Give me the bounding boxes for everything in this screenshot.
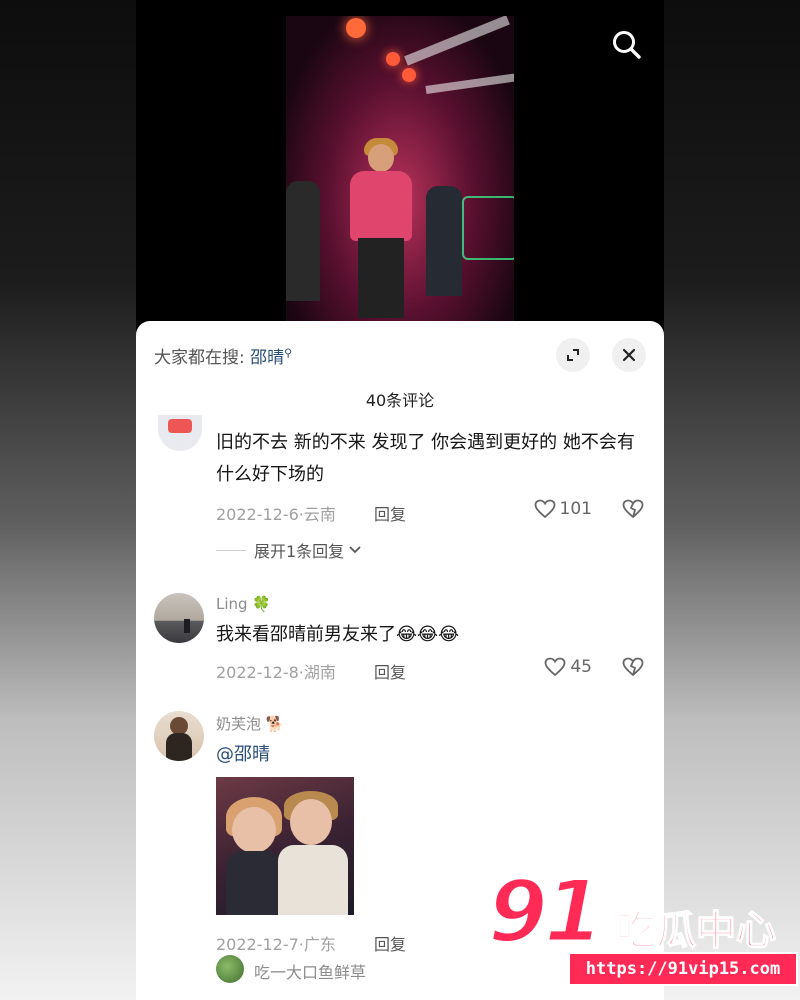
- video-player[interactable]: [286, 16, 514, 321]
- neon-sign: [462, 196, 514, 260]
- comment-emoji: 😂😂😂: [396, 624, 460, 645]
- phone-screen: 大家都在搜: 邵晴⚲ 40条评论 旧的不去 新的不来 发现了 你会遇到更好的 她…: [136, 0, 664, 1000]
- comment-date-location: 2022-12-6·云南: [216, 505, 336, 524]
- heart-icon: [534, 499, 555, 519]
- avatar-figure: [166, 733, 192, 761]
- panel-header: 大家都在搜: 邵晴⚲: [154, 338, 646, 372]
- search-small-icon: ⚲: [284, 346, 293, 360]
- expand-replies-button[interactable]: 展开1条回复: [216, 538, 362, 562]
- light-beam: [425, 72, 514, 94]
- like-count: 45: [570, 657, 592, 677]
- divider: [216, 549, 246, 551]
- trending-keyword[interactable]: 邵晴: [250, 348, 284, 368]
- comment-image[interactable]: [216, 777, 354, 915]
- expand-replies-label: 展开1条回复: [254, 542, 345, 561]
- stage-light: [402, 68, 416, 82]
- comment-date-location: 2022-12-8·湖南: [216, 663, 336, 682]
- comment-text: 我来看邵晴前男友来了😂😂😂: [216, 619, 646, 651]
- chevron-down-icon: [349, 546, 361, 554]
- avatar[interactable]: [154, 593, 204, 643]
- close-button[interactable]: [612, 338, 646, 372]
- left-blur-background: [0, 0, 136, 1000]
- username-emoji: 🐕: [265, 715, 285, 733]
- dislike-heart-icon: [622, 657, 644, 677]
- avatar[interactable]: [216, 955, 244, 983]
- avatar[interactable]: [154, 711, 204, 761]
- reply-button[interactable]: 回复: [374, 931, 406, 955]
- photo-person: [226, 851, 282, 915]
- expand-button[interactable]: [556, 338, 590, 372]
- avatar-graphic: [168, 419, 192, 433]
- watermark: 91 吃瓜中心 https://91vip15.com: [487, 861, 800, 990]
- dislike-button[interactable]: [622, 499, 644, 523]
- light-beam: [404, 16, 510, 66]
- like-button[interactable]: 101: [534, 499, 592, 519]
- reply-button[interactable]: 回复: [374, 501, 406, 525]
- trending-prefix: 大家都在搜:: [154, 348, 245, 368]
- reply-button[interactable]: 回复: [374, 659, 406, 683]
- stage-light: [346, 18, 366, 38]
- comment-count: 40条评论: [365, 391, 435, 410]
- right-blur-background: [664, 0, 800, 1000]
- photo-person: [290, 799, 332, 845]
- photo-person: [232, 807, 276, 853]
- photo-person: [278, 845, 348, 915]
- close-icon: [622, 348, 636, 362]
- username-text: Ling: [216, 595, 248, 613]
- comment-username[interactable]: Ling 🍀: [216, 595, 271, 613]
- search-icon[interactable]: [610, 28, 644, 62]
- comment-mention[interactable]: @邵晴: [216, 739, 646, 771]
- watermark-logo-text: 吃瓜中心: [615, 907, 777, 955]
- trending-search[interactable]: 大家都在搜: 邵晴⚲: [154, 343, 292, 368]
- like-button[interactable]: 45: [544, 657, 592, 677]
- comment-text: 旧的不去 新的不来 发现了 你会遇到更好的 她不会有什么好下场的: [216, 432, 635, 485]
- comment-username[interactable]: 奶芙泡 🐕: [216, 713, 284, 734]
- comment-username[interactable]: 吃一大口鱼鲜草: [254, 959, 366, 983]
- comment-text-content: 我来看邵晴前男友来了: [216, 624, 396, 645]
- performer: [368, 144, 394, 172]
- performer: [358, 238, 404, 318]
- dislike-heart-icon: [622, 499, 644, 519]
- expand-icon: [567, 349, 579, 361]
- like-count: 101: [559, 499, 592, 519]
- comment-date-location: 2022-12-7·广东: [216, 935, 336, 954]
- musician: [426, 186, 462, 296]
- performer: [350, 171, 412, 241]
- username-emoji: 🍀: [252, 595, 272, 613]
- watermark-url: https://91vip15.com: [568, 952, 798, 986]
- heart-icon: [544, 657, 566, 677]
- username-text: 奶芙泡: [216, 715, 262, 733]
- avatar[interactable]: [158, 415, 202, 451]
- guitarist: [286, 181, 320, 301]
- dislike-button[interactable]: [622, 657, 644, 681]
- watermark-logo-number: 91: [487, 861, 606, 964]
- avatar-figure: [184, 619, 190, 633]
- stage-light: [386, 52, 400, 66]
